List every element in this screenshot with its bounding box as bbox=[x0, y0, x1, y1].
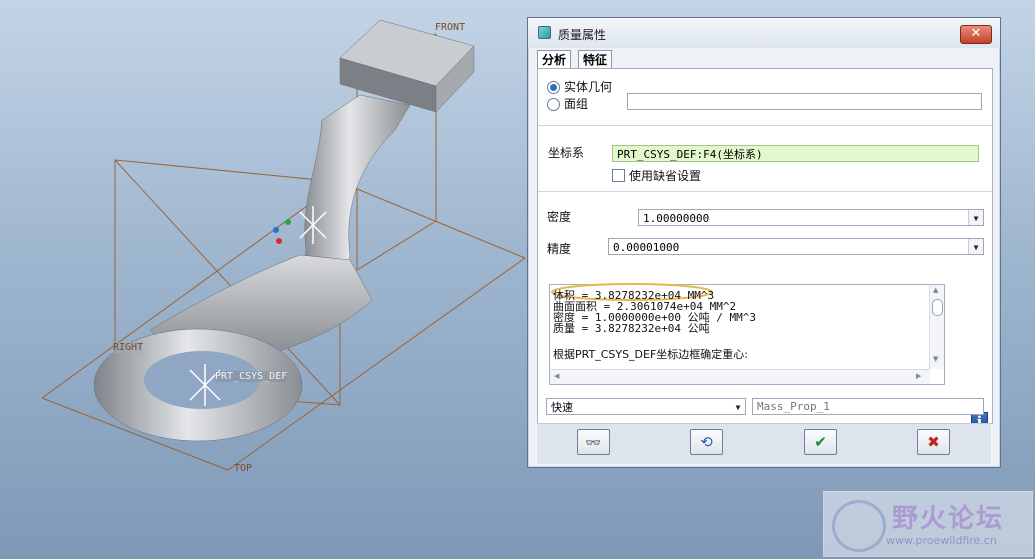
scroll-up-icon[interactable]: ▲ bbox=[933, 286, 938, 294]
dialog-titlebar[interactable]: 质量属性 ✕ bbox=[528, 18, 1000, 48]
close-button[interactable]: ✕ bbox=[960, 25, 992, 44]
ok-button[interactable]: ✔ bbox=[804, 429, 837, 455]
tab-feature[interactable]: 特征 bbox=[578, 50, 613, 69]
density-label: 密度 bbox=[547, 210, 572, 224]
watermark-title: 野火论坛 bbox=[892, 504, 1005, 534]
precision-label: 精度 bbox=[547, 242, 572, 256]
dialog-title: 质量属性 bbox=[558, 28, 607, 42]
scroll-down-icon[interactable]: ▼ bbox=[933, 355, 938, 363]
default-settings-checkbox[interactable] bbox=[612, 169, 625, 182]
mode-dropdown[interactable]: 快速 ▼ bbox=[546, 398, 746, 415]
divider bbox=[538, 191, 992, 192]
csys-field-label: 坐标系 bbox=[548, 146, 585, 160]
tab-analysis[interactable]: 分析 bbox=[537, 50, 572, 70]
analysis-panel: 实体几何 面组 坐标系 PRT_CSYS_DEF:F4(坐标系) 使用缺省设置 … bbox=[537, 68, 993, 433]
result-centroid-heading: 根据PRT_CSYS_DEF坐标边框确定重心: bbox=[553, 348, 749, 361]
top-plane-label[interactable]: TOP bbox=[234, 463, 252, 474]
cancel-x-icon: ✖ bbox=[927, 433, 940, 451]
default-settings-label: 使用缺省设置 bbox=[629, 169, 702, 183]
precision-value: 0.00001000 bbox=[613, 241, 680, 254]
csys-label[interactable]: PRT_CSYS_DEF bbox=[215, 371, 288, 382]
quilt-radio[interactable] bbox=[547, 98, 560, 111]
results-box[interactable]: 体积 = 3.8278232e+04 MM^3 曲面面积 = 2.3061074… bbox=[549, 283, 945, 385]
chevron-down-icon[interactable]: ▼ bbox=[968, 239, 983, 254]
chevron-down-icon[interactable]: ▼ bbox=[968, 210, 983, 225]
result-mass: 质量 = 3.8278232e+04 公吨 bbox=[553, 322, 710, 335]
forum-logo-icon bbox=[832, 500, 886, 552]
front-plane-label[interactable]: FRONT bbox=[435, 22, 465, 33]
divider bbox=[538, 125, 992, 126]
cancel-button[interactable]: ✖ bbox=[917, 429, 950, 455]
watermark-url: www.proewildfire.cn bbox=[886, 534, 997, 547]
checkmark-icon: ✔ bbox=[814, 433, 827, 451]
mass-properties-dialog: 质量属性 ✕ 分析 特征 实体几何 面组 坐标系 PRT_CSYS_DEF:F4… bbox=[527, 17, 1001, 468]
precision-dropdown[interactable]: 0.00001000 ▼ bbox=[608, 238, 984, 255]
horizontal-scrollbar[interactable]: ◀ ▶ bbox=[550, 369, 930, 384]
chevron-down-icon[interactable]: ▼ bbox=[731, 399, 745, 414]
action-bar: 👓 ⟲ ✔ ✖ bbox=[537, 423, 991, 464]
quilt-label: 面组 bbox=[564, 97, 589, 111]
quilt-field[interactable] bbox=[627, 93, 982, 110]
vertical-scrollbar[interactable]: ▲ ▼ bbox=[929, 285, 944, 369]
density-value: 1.00000000 bbox=[643, 212, 710, 225]
right-plane-label[interactable]: RIGHT bbox=[113, 342, 144, 353]
density-dropdown[interactable]: 1.00000000 ▼ bbox=[638, 209, 984, 226]
preview-button[interactable]: 👓 bbox=[577, 429, 610, 455]
forum-watermark: 野火论坛 www.proewildfire.cn bbox=[823, 491, 1033, 557]
repeat-button[interactable]: ⟲ bbox=[690, 429, 723, 455]
refresh-icon: ⟲ bbox=[700, 433, 713, 451]
csys-field[interactable]: PRT_CSYS_DEF:F4(坐标系) bbox=[612, 145, 979, 162]
mode-value: 快速 bbox=[551, 401, 573, 414]
scroll-right-icon[interactable]: ▶ bbox=[916, 372, 921, 380]
solid-geometry-label: 实体几何 bbox=[564, 80, 613, 94]
scroll-thumb[interactable] bbox=[932, 299, 943, 316]
dialog-app-icon bbox=[538, 26, 551, 39]
feature-name-input[interactable] bbox=[752, 398, 984, 415]
solid-geometry-radio[interactable] bbox=[547, 81, 560, 94]
scroll-left-icon[interactable]: ◀ bbox=[554, 372, 559, 380]
glasses-icon: 👓 bbox=[585, 436, 602, 451]
